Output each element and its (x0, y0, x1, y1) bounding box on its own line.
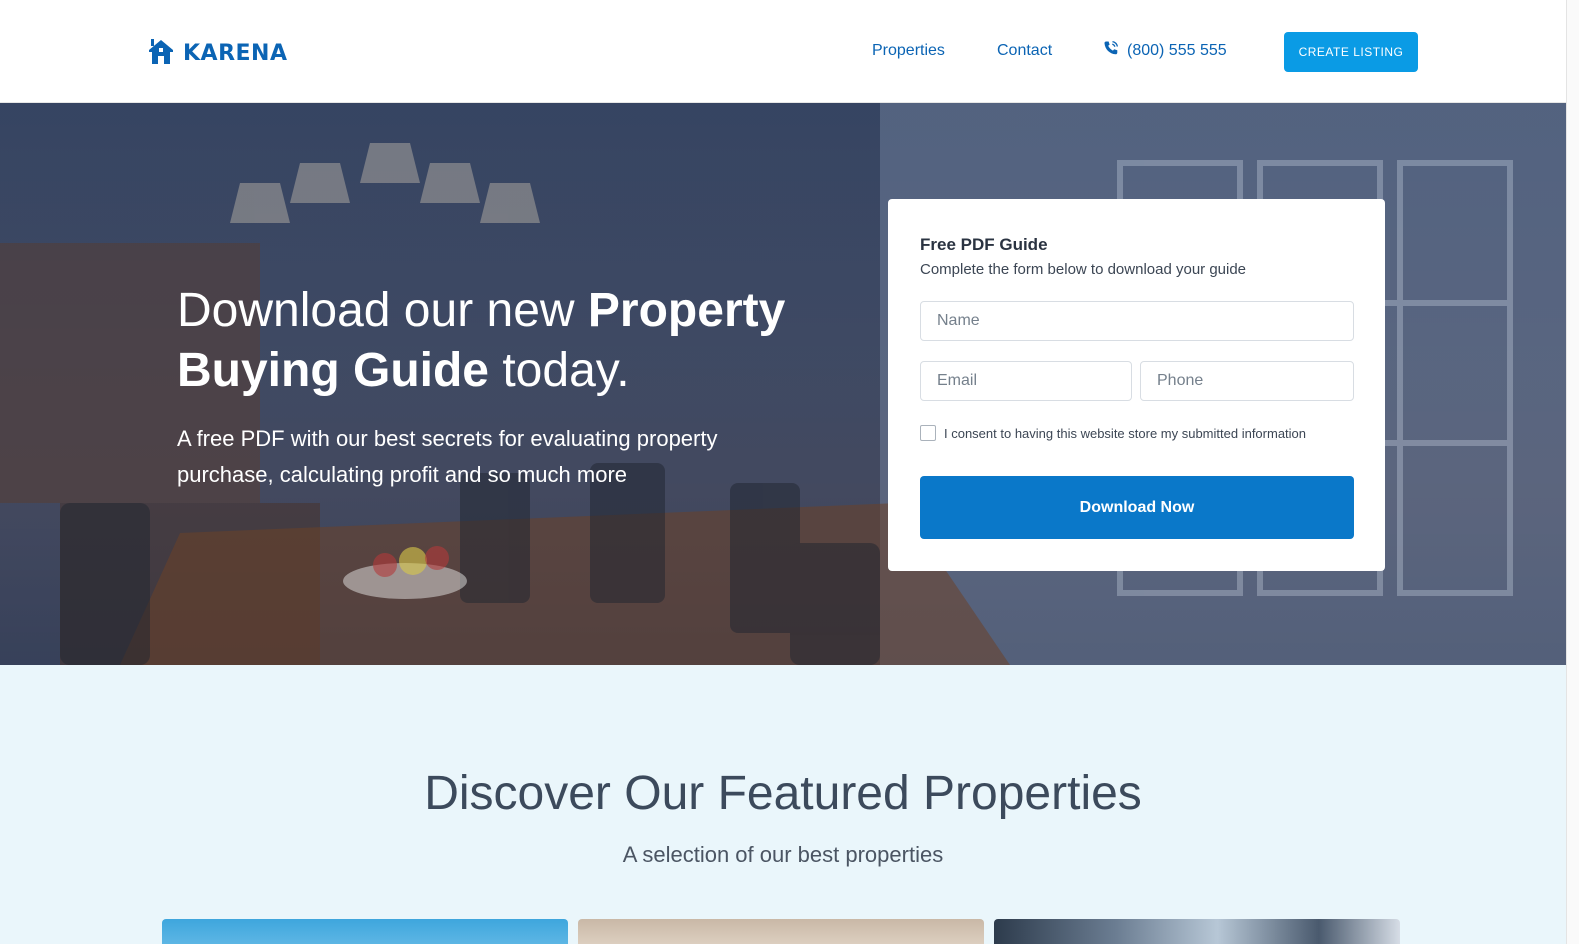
download-now-button[interactable]: Download Now (920, 476, 1354, 539)
hero-title-part1: Download our new (177, 284, 588, 337)
phone-number: (800) 555 555 (1127, 41, 1227, 59)
featured-properties-section: Discover Our Featured Properties A selec… (0, 665, 1566, 944)
featured-subtitle: A selection of our best properties (622, 842, 944, 867)
form-title: Free PDF Guide (920, 235, 1048, 254)
property-card-image[interactable] (994, 919, 1400, 944)
phone-input[interactable] (1140, 361, 1354, 401)
form-subtitle: Complete the form below to download your… (920, 261, 1247, 278)
featured-title: Discover Our Featured Properties (424, 767, 1142, 820)
name-input[interactable] (920, 301, 1354, 341)
consent-row[interactable]: I consent to having this website store m… (920, 425, 1306, 441)
create-listing-button[interactable]: CREATE LISTING (1284, 32, 1418, 72)
email-input[interactable] (920, 361, 1132, 401)
nav-phone-link[interactable]: (800) 555 555 (1103, 40, 1227, 61)
hero-subtitle: A free PDF with our best secrets for eva… (177, 426, 718, 487)
nav-link-properties[interactable]: Properties (872, 42, 945, 60)
house-icon (147, 37, 175, 70)
page-scrollbar[interactable] (1566, 0, 1579, 944)
property-card-image[interactable] (162, 919, 568, 944)
nav-link-contact[interactable]: Contact (997, 42, 1052, 60)
guide-form-card: Free PDF Guide Complete the form below t… (888, 199, 1385, 571)
consent-label: I consent to having this website store m… (944, 425, 1307, 441)
brand-name: KARENA (183, 41, 288, 66)
hero-title-part2: today. (489, 344, 630, 397)
brand-logo[interactable]: KARENA (147, 37, 287, 70)
hero-title: Download our new Property Buying Guide t… (177, 281, 817, 401)
consent-checkbox[interactable] (920, 425, 936, 441)
phone-icon (1103, 40, 1119, 61)
site-header: KARENA Properties Contact (800) 555 555 … (0, 0, 1566, 103)
property-card-image[interactable] (578, 919, 984, 944)
